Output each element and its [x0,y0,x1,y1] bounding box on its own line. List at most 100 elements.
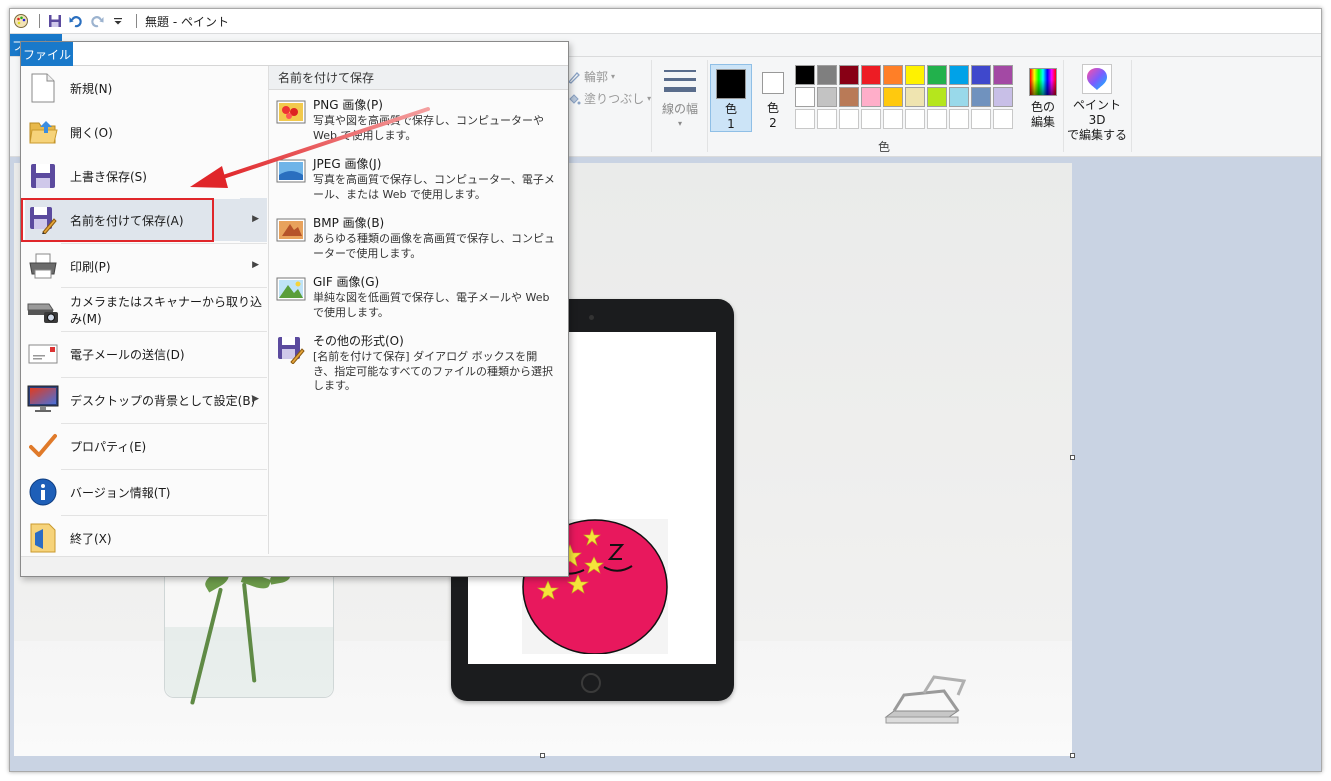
save-as-option[interactable]: PNG 画像(P) 写真や図を高画質で保存し、コンピューターや Web で使用しま… [275,98,565,143]
undo-icon[interactable] [67,12,85,30]
submenu-title: 名前を付けて保存 [269,66,568,90]
submenu-arrow-icon: ▶ [252,394,259,404]
binder-clip [884,675,967,724]
custom-color-slot[interactable] [817,109,837,129]
custom-color-slot[interactable] [861,109,881,129]
palette-color-swatch[interactable] [883,65,903,85]
fill-icon [569,93,581,104]
file-menu-item[interactable]: バージョン情報(T) [25,471,267,513]
checkmark-icon [27,430,59,462]
palette-color-swatch[interactable] [839,65,859,85]
save-as-option-description: あらゆる種類の画像を高画質で保存し、コンピューターで使用します。 [313,232,555,260]
palette-color-swatch[interactable] [817,65,837,85]
resize-handle-bottom[interactable] [540,753,545,758]
palette-color-swatch[interactable] [795,65,815,85]
file-menu-item[interactable]: 電子メールの送信(D) [25,333,267,375]
outline-button[interactable]: 輪郭 ▾ [567,68,615,85]
palette-color-swatch[interactable] [861,65,881,85]
color1-button[interactable]: 色 1 [710,64,752,132]
custom-color-slot[interactable] [927,109,947,129]
file-menu-item[interactable]: カメラまたはスキャナーから取り込み(M) [25,289,267,331]
file-menu-separator [61,287,267,288]
custom-color-slot[interactable] [905,109,925,129]
file-menu-item-label: 電子メールの送信(D) [70,347,185,362]
edit-colors-label-1: 色の [1030,100,1055,114]
paint-window: 無題 - ペイント ファイル 輪郭 ▾ 塗りつぶし ▾ 線の幅 ▾ 色 1 [9,8,1322,772]
paint3d-label-1: ペイント 3D [1072,98,1121,127]
palette-color-swatch[interactable] [861,87,881,107]
custom-color-slot[interactable] [839,109,859,129]
custom-color-slot[interactable] [795,109,815,129]
outline-label: 輪郭 [584,70,609,84]
line-width-label: 線の幅 [661,102,698,116]
tablet-camera [589,315,594,320]
palette-color-swatch[interactable] [839,87,859,107]
file-menu-item[interactable]: 上書き保存(S) [25,155,267,197]
png-image-icon [275,100,307,132]
custom-color-slot[interactable] [949,109,969,129]
paint-app-icon[interactable] [12,12,30,30]
file-menu-separator [61,377,267,378]
color1-number: 1 [727,117,735,131]
file-menu-item[interactable]: プロパティ(E) [25,425,267,467]
file-menu-item-label: カメラまたはスキャナーから取り込み(M) [70,295,263,326]
palette-color-swatch[interactable] [971,87,991,107]
file-menu-item-label: プロパティ(E) [70,439,147,454]
palette-color-swatch[interactable] [905,65,925,85]
palette-color-swatch[interactable] [905,87,925,107]
palette-color-swatch[interactable] [949,65,969,85]
palette-color-swatch[interactable] [883,87,903,107]
file-menu-item[interactable]: 新規(N) [25,67,267,109]
fill-button[interactable]: 塗りつぶし ▾ [567,90,651,107]
save-as-option-description: [名前を付けて保存] ダイアログ ボックスを開き、指定可能なすべてのファイルの種… [313,350,554,392]
exit-icon [27,522,59,554]
palette-color-swatch[interactable] [927,87,947,107]
submenu-arrow-icon: ▶ [252,214,259,224]
palette-color-swatch[interactable] [817,87,837,107]
save-as-option[interactable]: その他の形式(O) [名前を付けて保存] ダイアログ ボックスを開き、指定可能なす… [275,334,565,394]
line-width-button[interactable]: 線の幅 ▾ [658,64,702,128]
ribbon-separator [1063,60,1064,152]
save-as-option[interactable]: BMP 画像(B) あらゆる種類の画像を高画質で保存し、コンピューターで使用します… [275,216,565,261]
palette-color-swatch[interactable] [949,87,969,107]
color2-label: 色 [766,101,779,115]
colors-group-label: 色 [878,140,891,154]
save-as-option[interactable]: GIF 画像(G) 単純な図を低画質で保存し、電子メールや Web で使用します。 [275,275,565,320]
rainbow-icon [1029,68,1057,96]
redo-icon[interactable] [88,12,106,30]
save-as-option-title: GIF 画像(G) [313,275,380,289]
custom-color-slot[interactable] [971,109,991,129]
customize-quick-access-icon[interactable] [109,12,127,30]
window-title: 無題 - ペイント [145,14,229,29]
palette-color-swatch[interactable] [971,65,991,85]
file-menu-tab[interactable]: ファイル [21,42,73,66]
edit-with-paint3d-button[interactable]: ペイント 3D で編集する [1066,64,1128,143]
palette-color-swatch[interactable] [993,87,1013,107]
color1-swatch [716,69,746,99]
color2-button[interactable]: 色 2 [752,64,794,132]
highlight-box [21,198,214,242]
file-menu-item-label: 印刷(P) [70,259,111,274]
palette-color-swatch[interactable] [795,87,815,107]
quick-save-icon[interactable] [46,12,64,30]
custom-color-slot[interactable] [993,109,1013,129]
edit-colors-button[interactable]: 色の 編集 [1018,64,1068,130]
paint3d-icon [1082,64,1112,94]
color-palette [795,65,1014,130]
palette-color-swatch[interactable] [927,65,947,85]
title-separator [136,14,137,28]
palette-color-swatch[interactable] [993,65,1013,85]
file-menu-item[interactable]: デスクトップの背景として設定(B) ▶ [25,379,267,421]
file-menu-separator [61,469,267,470]
file-menu-separator [61,515,267,516]
file-menu-header: ファイル [21,42,568,66]
save-as-option[interactable]: JPEG 画像(J) 写真を高画質で保存し、コンピューター、電子メール、または W… [275,157,565,202]
file-menu-item-label: 終了(X) [70,531,112,546]
file-menu-item[interactable]: 印刷(P) ▶ [25,245,267,287]
resize-handle-corner[interactable] [1070,753,1075,758]
custom-color-slot[interactable] [883,109,903,129]
file-menu-item[interactable]: 終了(X) [25,517,267,559]
file-menu-separator [61,243,267,244]
resize-handle-right[interactable] [1070,455,1075,460]
file-menu-item[interactable]: 開く(O) [25,111,267,153]
